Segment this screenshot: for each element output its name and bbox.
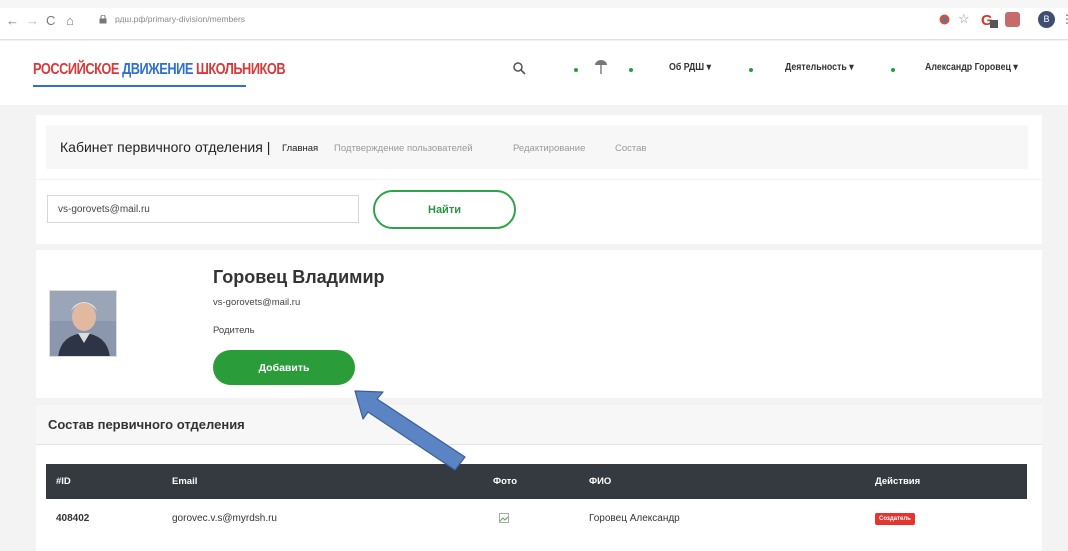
column-photo: Фото	[493, 476, 518, 487]
column-id: #ID	[56, 476, 71, 487]
user-card: Горовец Владимир vs-gorovets@mail.ru Род…	[36, 250, 1042, 398]
add-button[interactable]: Добавить	[213, 350, 355, 385]
lock-icon[interactable]	[99, 15, 107, 24]
column-email: Email	[172, 476, 198, 487]
extension-icon[interactable]: G	[980, 10, 1000, 30]
logo-word-2: ДВИЖЕНИЕ	[122, 61, 193, 78]
members-panel: Состав первичного отделения #ID Email Фо…	[36, 405, 1042, 551]
user-name: Горовец Владимир	[213, 267, 385, 287]
menu-activity[interactable]: Деятельность ▾	[785, 62, 854, 73]
broken-image-icon	[499, 513, 509, 523]
cabinet-tabs-bar: Кабинет первичного отделения | Главная П…	[46, 125, 1028, 169]
reload-button[interactable]: C	[46, 14, 55, 28]
extension-icon[interactable]	[1005, 12, 1020, 27]
tab-user-confirmation[interactable]: Подтверждение пользователей	[334, 143, 473, 154]
column-actions: Действия	[875, 476, 921, 487]
user-email: vs-gorovets@mail.ru	[213, 297, 301, 308]
members-header: Состав первичного отделения	[36, 405, 1042, 445]
creator-badge: Создатель	[875, 513, 915, 525]
tab-strip	[0, 0, 1068, 8]
row-email: gorovec.v.s@myrdsh.ru	[172, 513, 277, 524]
menu-dot	[629, 68, 633, 72]
row-id: 408402	[56, 513, 90, 524]
column-fio: ФИО	[589, 476, 612, 487]
menu-about[interactable]: Об РДШ ▾	[669, 62, 711, 73]
find-button[interactable]: Найти	[373, 190, 516, 229]
browser-toolbar: ← → C ⌂ рдш.рф/primary-division/members …	[0, 0, 1068, 40]
search-icon[interactable]	[512, 61, 526, 75]
menu-user[interactable]: Александр Горовец ▾	[925, 62, 1018, 73]
table-header: #ID Email Фото ФИО Действия	[46, 464, 1027, 499]
user-role: Родитель	[213, 325, 255, 336]
logo-word-1: РОССИЙСКОЕ	[33, 61, 119, 78]
tab-members[interactable]: Состав	[615, 143, 646, 154]
menu-dot	[891, 68, 895, 72]
cabinet-panel: Кабинет первичного отделения | Главная П…	[36, 115, 1042, 179]
profile-icon[interactable]: В	[1038, 11, 1055, 28]
menu-dot	[749, 68, 753, 72]
menu-dot	[574, 68, 578, 72]
tab-main[interactable]: Главная	[282, 143, 318, 154]
logo-underline	[33, 85, 246, 87]
site-logo[interactable]: РОССИЙСКОЕ ДВИЖЕНИЕ ШКОЛЬНИКОВ	[33, 61, 286, 79]
browser-menu-icon[interactable]: ⋮	[1061, 12, 1068, 26]
site-header: РОССИЙСКОЕ ДВИЖЕНИЕ ШКОЛЬНИКОВ Об РДШ ▾ …	[0, 41, 1068, 105]
logo-word-3: ШКОЛЬНИКОВ	[195, 61, 286, 78]
annotation-arrow	[354, 390, 466, 471]
back-button[interactable]: ←	[6, 14, 19, 28]
tab-editing[interactable]: Редактирование	[513, 143, 585, 154]
avatar	[49, 290, 117, 357]
accessibility-icon[interactable]	[594, 59, 608, 75]
row-fio: Горовец Александр	[589, 513, 680, 524]
forward-button[interactable]: →	[26, 14, 39, 28]
email-search-input[interactable]	[47, 195, 359, 223]
cabinet-title: Кабинет первичного отделения |	[60, 139, 271, 155]
home-button[interactable]: ⌂	[66, 14, 74, 28]
url-text[interactable]: рдш.рф/primary-division/members	[115, 14, 245, 24]
search-panel: Найти	[36, 180, 1042, 244]
members-title: Состав первичного отделения	[48, 417, 245, 432]
star-icon[interactable]: ☆	[958, 11, 970, 27]
extension-icon[interactable]	[938, 13, 951, 26]
